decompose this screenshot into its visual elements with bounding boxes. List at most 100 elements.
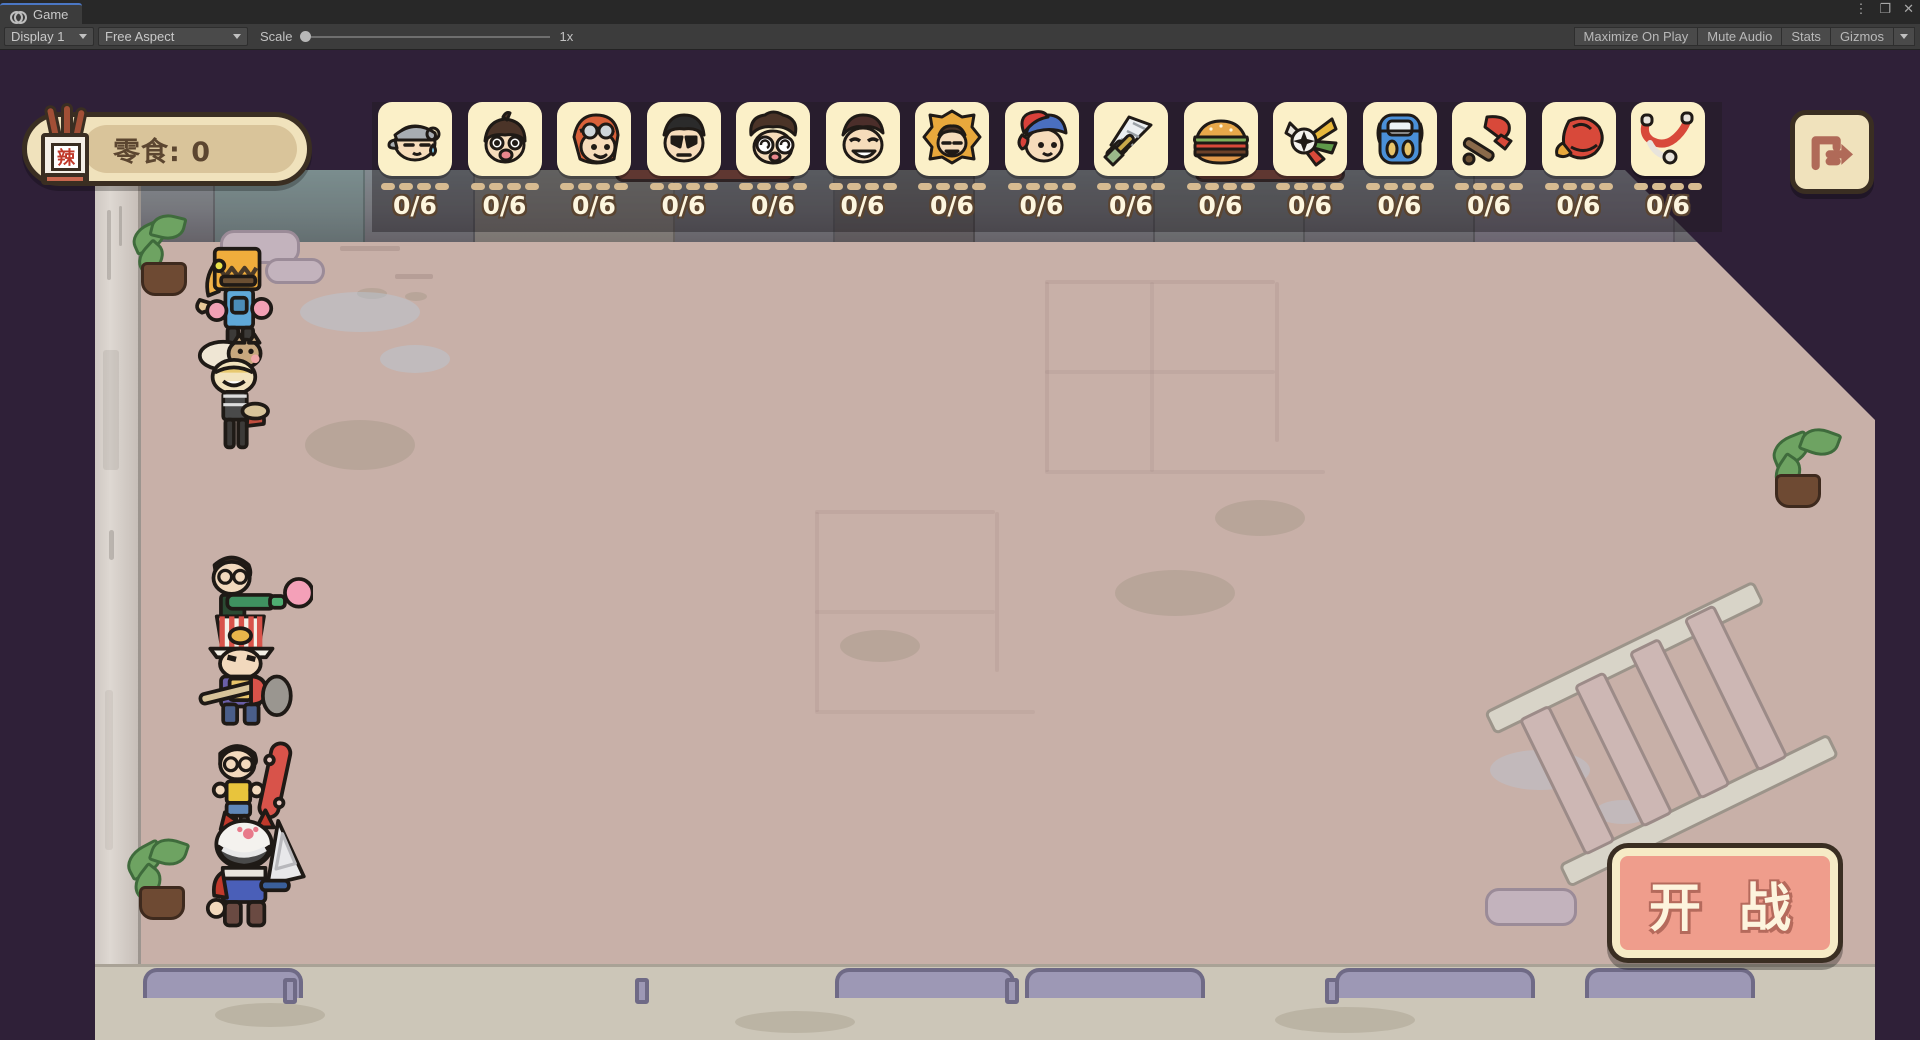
unit-card-progress-bar [1094,183,1168,190]
progress-segment [560,183,574,190]
unit-card-progress-bar [915,183,989,190]
progress-segment [1222,183,1237,190]
progress-segment [1115,183,1129,190]
scale-slider[interactable] [299,31,550,42]
pipe-stud [1005,978,1019,1004]
unit-card-progress-bar [1273,183,1347,190]
unit-card-stern-man[interactable]: 0/6 [646,102,721,220]
progress-segment [1133,183,1147,190]
portrait-goggle-girl-icon [572,113,620,165]
progress-segment [578,183,592,190]
progress-segment [1365,183,1380,190]
unit-card-backpack[interactable]: 0/6 [1362,102,1437,220]
unit-card-face[interactable] [915,102,989,176]
unit-card-redcap-girl[interactable]: 0/6 [1004,102,1079,220]
unit-card-face[interactable] [736,102,810,176]
scale-value: 1x [559,29,574,44]
item-burger-icon [1192,119,1249,165]
unit-card-count: 0/6 [1646,191,1690,220]
unit-card-progress-bar [826,183,900,190]
portrait-lion-kid-icon [922,109,982,165]
unit-card-face[interactable] [1094,102,1168,176]
chevron-down-icon [233,34,241,39]
stats-button[interactable]: Stats [1782,27,1831,46]
unit-card-face[interactable] [1362,102,1437,176]
unit-card-shuttlecock[interactable]: 0/6 [1273,102,1347,220]
unit-card-plunger[interactable]: 0/6 [1452,102,1526,220]
unit-card-curly-nerd[interactable]: 0/6 [736,102,810,220]
unit-card-row: 0/6 0/6 0/6 0/6 0/6 0/6 0/6 0/6 0/6 0/6 … [372,102,1705,220]
unit-card-face[interactable] [646,102,721,176]
display-dropdown[interactable]: Display 1 [4,27,94,46]
gizmos-dropdown[interactable] [1894,27,1915,46]
game-view-canvas[interactable]: 零食: 0 辣 0/6 0/6 0/6 0/6 0/6 0/6 0/6 0/6 … [0,50,1920,1040]
unit-card-face[interactable] [1004,102,1079,176]
aspect-dropdown[interactable]: Free Aspect [98,27,248,46]
unit-card-progress-bar [1631,183,1705,190]
progress-segment [775,183,789,190]
progress-segment [1401,183,1416,190]
snack-pack-icon: 辣 [33,103,95,187]
mute-audio-button[interactable]: Mute Audio [1698,27,1783,46]
unit-card-count: 0/6 [482,191,527,220]
unit-card-grin-boy[interactable]: 0/6 [825,102,900,220]
kebab-menu-icon[interactable]: ⋮ [1854,2,1867,15]
progress-segment [864,183,879,190]
level-playfield[interactable] [95,170,1875,1040]
unit-card-goggle-girl[interactable]: 0/6 [557,102,631,220]
unit-card-count: 0/6 [1198,191,1243,220]
progress-segment [1240,183,1255,190]
progress-segment [828,183,843,190]
unit-card-scared-kid[interactable]: 0/6 [467,102,542,220]
unit-card-face[interactable] [378,102,452,176]
unit-card-face[interactable] [1183,102,1258,176]
progress-segment [399,183,413,190]
unit-card-face[interactable] [1452,102,1526,176]
progress-segment [1670,183,1684,190]
unit-card-burger[interactable]: 0/6 [1183,102,1258,220]
scale-slider-knob[interactable] [299,31,311,42]
close-icon[interactable]: ✕ [1903,2,1914,15]
unit-card-ruler-blade[interactable]: 0/6 [1094,102,1168,220]
unit-card-face[interactable] [1631,102,1705,176]
unit-card-face[interactable] [825,102,900,176]
unit-card-slingshot[interactable]: 0/6 [1631,102,1705,220]
unit-card-face[interactable] [467,102,542,176]
unit-cat-helmet-knight[interactable] [195,806,323,934]
item-ruler-blade-icon [1103,115,1153,167]
maximize-on-play-button[interactable]: Maximize On Play [1573,27,1699,46]
snack-pack-text: 辣 [51,143,81,171]
progress-segment [1473,183,1487,190]
exit-button[interactable] [1790,110,1874,194]
gizmos-button[interactable]: Gizmos [1830,27,1894,46]
unit-card-progress-bar [1363,183,1437,190]
unit-card-cap-boy[interactable]: 0/6 [378,102,452,220]
unit-card-face[interactable] [1273,102,1347,176]
progress-segment [1276,183,1290,190]
unit-card-face[interactable] [557,102,631,176]
progress-segment [1491,183,1505,190]
start-battle-button[interactable]: 开 战 [1612,848,1838,958]
tab-game[interactable]: Game [0,3,83,24]
start-battle-label: 开 战 [1648,878,1802,939]
exit-door-icon [1811,136,1853,171]
unit-card-progress-bar [736,183,810,190]
unit-popcorn-hammer[interactable] [191,610,309,728]
unit-card-progress-bar [1005,183,1079,190]
unit-card-progress-bar [1184,183,1258,190]
progress-segment [954,183,968,190]
item-shuttlecock-icon [1284,117,1338,167]
unit-card-face[interactable] [1541,102,1616,176]
unit-card-boxing-glove[interactable]: 0/6 [1541,102,1616,220]
unit-card-count: 0/6 [393,191,437,220]
unit-card-progress-bar [647,183,721,190]
progress-segment [524,183,539,190]
unit-card-count: 0/6 [751,191,795,220]
scale-slider-track[interactable] [310,35,550,38]
unit-card-lion-kid[interactable]: 0/6 [915,102,989,220]
progress-segment [667,183,682,190]
unit-card-count: 0/6 [1467,191,1511,220]
unit-cat-hat-boy[interactable] [187,330,283,458]
aspect-dropdown-label: Free Aspect [105,29,175,44]
maximize-icon[interactable]: ❐ [1879,2,1891,15]
